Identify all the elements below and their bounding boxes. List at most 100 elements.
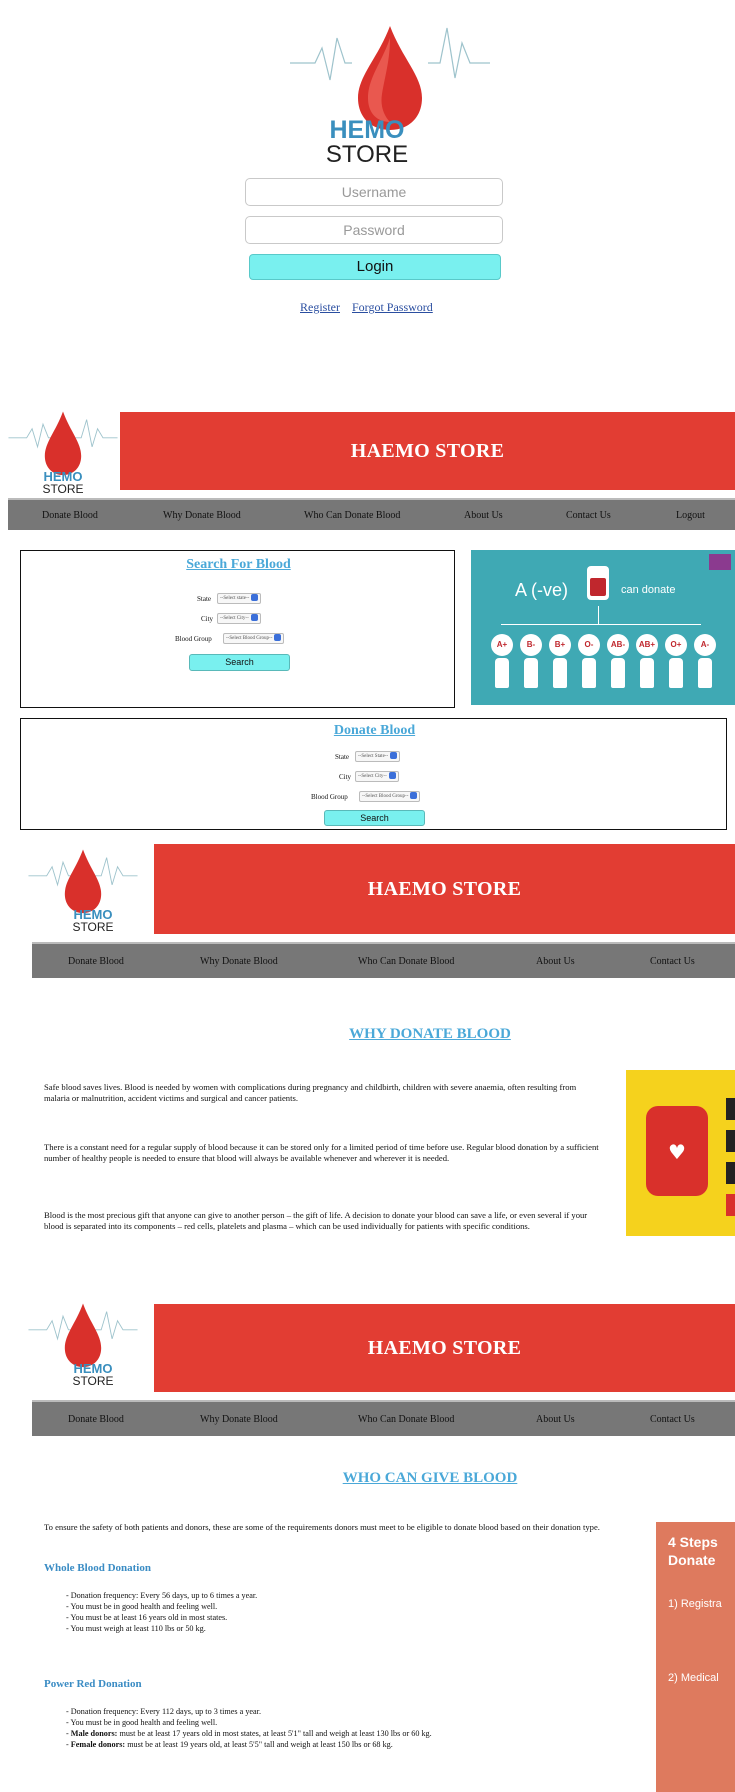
nav-donate-blood[interactable]: Donate Blood	[42, 510, 98, 521]
list-item: - You must be in good health and feeling…	[66, 1718, 218, 1727]
recipient-group-badge: AB+	[636, 634, 658, 656]
login-links: Register Forgot Password	[300, 298, 433, 316]
recipient-figure: AB-	[605, 634, 631, 690]
donate-state-value: --Select State--	[358, 754, 389, 759]
register-link[interactable]: Register	[300, 300, 340, 314]
donate-state-label: State	[335, 753, 349, 761]
tree-line	[501, 624, 701, 625]
why-paragraph-1: Safe blood saves lives. Blood is needed …	[44, 1082, 577, 1103]
blood-bag-icon	[587, 566, 609, 600]
why-donate-section: HEMO STORE HAEMO STORE Donate Blood Why …	[0, 840, 735, 1280]
chevron-down-icon	[410, 792, 418, 800]
female-label: Female donors:	[70, 1740, 126, 1749]
nav-contact-us[interactable]: Contact Us	[566, 510, 611, 521]
header-banner: HAEMO STORE	[154, 844, 735, 934]
chevron-down-icon	[388, 772, 396, 780]
recipient-figure: AB+	[634, 634, 660, 690]
list-item: - Donation frequency: Every 56 days, up …	[66, 1591, 258, 1600]
donate-group-select[interactable]: --Select Blood Group--	[359, 791, 421, 802]
blood-group-select-value: --Select Blood Group--	[226, 636, 273, 641]
state-select[interactable]: --Select state--	[217, 593, 262, 604]
nav-donate-blood[interactable]: Donate Blood	[68, 1414, 124, 1425]
steps-title-2: Donate	[668, 1552, 716, 1568]
donate-city-select[interactable]: --Select City--	[355, 771, 399, 782]
recipient-figure: O-	[576, 634, 602, 690]
list-item: - Donation frequency: Every 112 days, up…	[66, 1707, 262, 1716]
login-button[interactable]: Login	[249, 254, 501, 280]
recipient-figure: A+	[489, 634, 515, 690]
city-select[interactable]: --Select City--	[217, 613, 261, 624]
password-input[interactable]: Password	[245, 216, 503, 244]
recipient-figure: A-	[692, 634, 718, 690]
who-can-give-section: HEMO STORE HAEMO STORE Donate Blood Why …	[0, 1290, 735, 1792]
nav-why-donate[interactable]: Why Donate Blood	[163, 510, 241, 521]
brand-store: STORE	[325, 141, 409, 168]
search-blood-panel: Search For Blood State --Select state-- …	[20, 550, 455, 708]
image-badge	[709, 554, 731, 570]
power-red-title: Power Red Donation	[44, 1678, 142, 1690]
list-item: - You must be in good health and feeling…	[66, 1602, 218, 1611]
nav-who-can-donate[interactable]: Who Can Donate Blood	[304, 510, 400, 521]
recipient-group-badge: A+	[491, 634, 513, 656]
nav-who-can-donate[interactable]: Who Can Donate Blood	[358, 956, 454, 967]
list-item: - Male donors: must be at least 17 years…	[66, 1729, 432, 1738]
male-text: must be at least 17 years old in most st…	[117, 1729, 432, 1738]
recipient-group-badge: O+	[665, 634, 687, 656]
nav-contact-us[interactable]: Contact Us	[650, 956, 695, 967]
person-icon	[582, 658, 596, 688]
city-select-value: --Select City--	[220, 616, 249, 621]
nav-about-us[interactable]: About Us	[536, 956, 575, 967]
donate-group-value: --Select Blood Group--	[362, 794, 409, 799]
chevron-down-icon	[251, 594, 259, 602]
recipient-group-badge: AB-	[607, 634, 629, 656]
blood-group-select[interactable]: --Select Blood Group--	[223, 633, 285, 644]
steps-panel: 4 Steps Donate 1) Registra 2) Medical	[656, 1522, 735, 1792]
nav-contact-us[interactable]: Contact Us	[650, 1414, 695, 1425]
brand-hemo: HEMO	[329, 116, 405, 144]
image-text-bar-1	[726, 1098, 735, 1120]
header-banner: HAEMO STORE	[120, 412, 735, 490]
nav-about-us[interactable]: About Us	[464, 510, 503, 521]
person-icon	[611, 658, 625, 688]
person-icon	[669, 658, 683, 688]
nav-who-can-donate[interactable]: Who Can Donate Blood	[358, 1414, 454, 1425]
header-brand-store: STORE	[42, 482, 84, 496]
step-1: 1) Registra	[668, 1598, 722, 1610]
donate-group-label: Blood Group	[311, 793, 348, 801]
nav-logout[interactable]: Logout	[676, 510, 705, 521]
nav-why-donate[interactable]: Why Donate Blood	[200, 1414, 278, 1425]
username-input[interactable]: Username	[245, 178, 503, 206]
forgot-password-link[interactable]: Forgot Password	[352, 300, 433, 314]
person-icon	[698, 658, 712, 688]
why-paragraph-2: There is a constant need for a regular s…	[44, 1142, 599, 1163]
image-text-bar-2	[726, 1130, 735, 1152]
image-text-bar-3	[726, 1162, 735, 1184]
person-icon	[553, 658, 567, 688]
nav-why-donate[interactable]: Why Donate Blood	[200, 956, 278, 967]
header-banner: HAEMO STORE	[154, 1304, 735, 1392]
header-brand-store: STORE	[72, 1374, 114, 1388]
donate-search-button[interactable]: Search	[324, 810, 425, 826]
nav-about-us[interactable]: About Us	[536, 1414, 575, 1425]
nav-bar: Donate Blood Why Donate Blood Who Can Do…	[32, 1400, 735, 1436]
nav-donate-blood[interactable]: Donate Blood	[68, 956, 124, 967]
nav-bar: Donate Blood Why Donate Blood Who Can Do…	[8, 498, 735, 530]
recipient-group-badge: B-	[520, 634, 542, 656]
chevron-down-icon	[390, 752, 398, 760]
donate-city-value: --Select City--	[358, 774, 387, 779]
recipient-figure: O+	[663, 634, 689, 690]
state-select-value: --Select state--	[220, 596, 250, 601]
donate-blood-panel: Donate Blood State --Select State-- City…	[20, 718, 727, 830]
power-red-list: - Donation frequency: Every 112 days, up…	[66, 1706, 626, 1750]
whole-blood-list: - Donation frequency: Every 56 days, up …	[66, 1590, 606, 1634]
image-text-bar-4	[726, 1194, 735, 1216]
dashboard-section: HEMO STORE HAEMO STORE Donate Blood Why …	[0, 398, 735, 833]
donate-state-select[interactable]: --Select State--	[355, 751, 401, 762]
search-button[interactable]: Search	[189, 654, 290, 671]
recipient-group-badge: O-	[578, 634, 600, 656]
donate-panel-title: Donate Blood	[333, 723, 416, 738]
step-2: 2) Medical	[668, 1672, 719, 1684]
image-headline: A (-ve)	[515, 580, 569, 600]
tree-stem	[598, 606, 599, 624]
person-icon	[495, 658, 509, 688]
